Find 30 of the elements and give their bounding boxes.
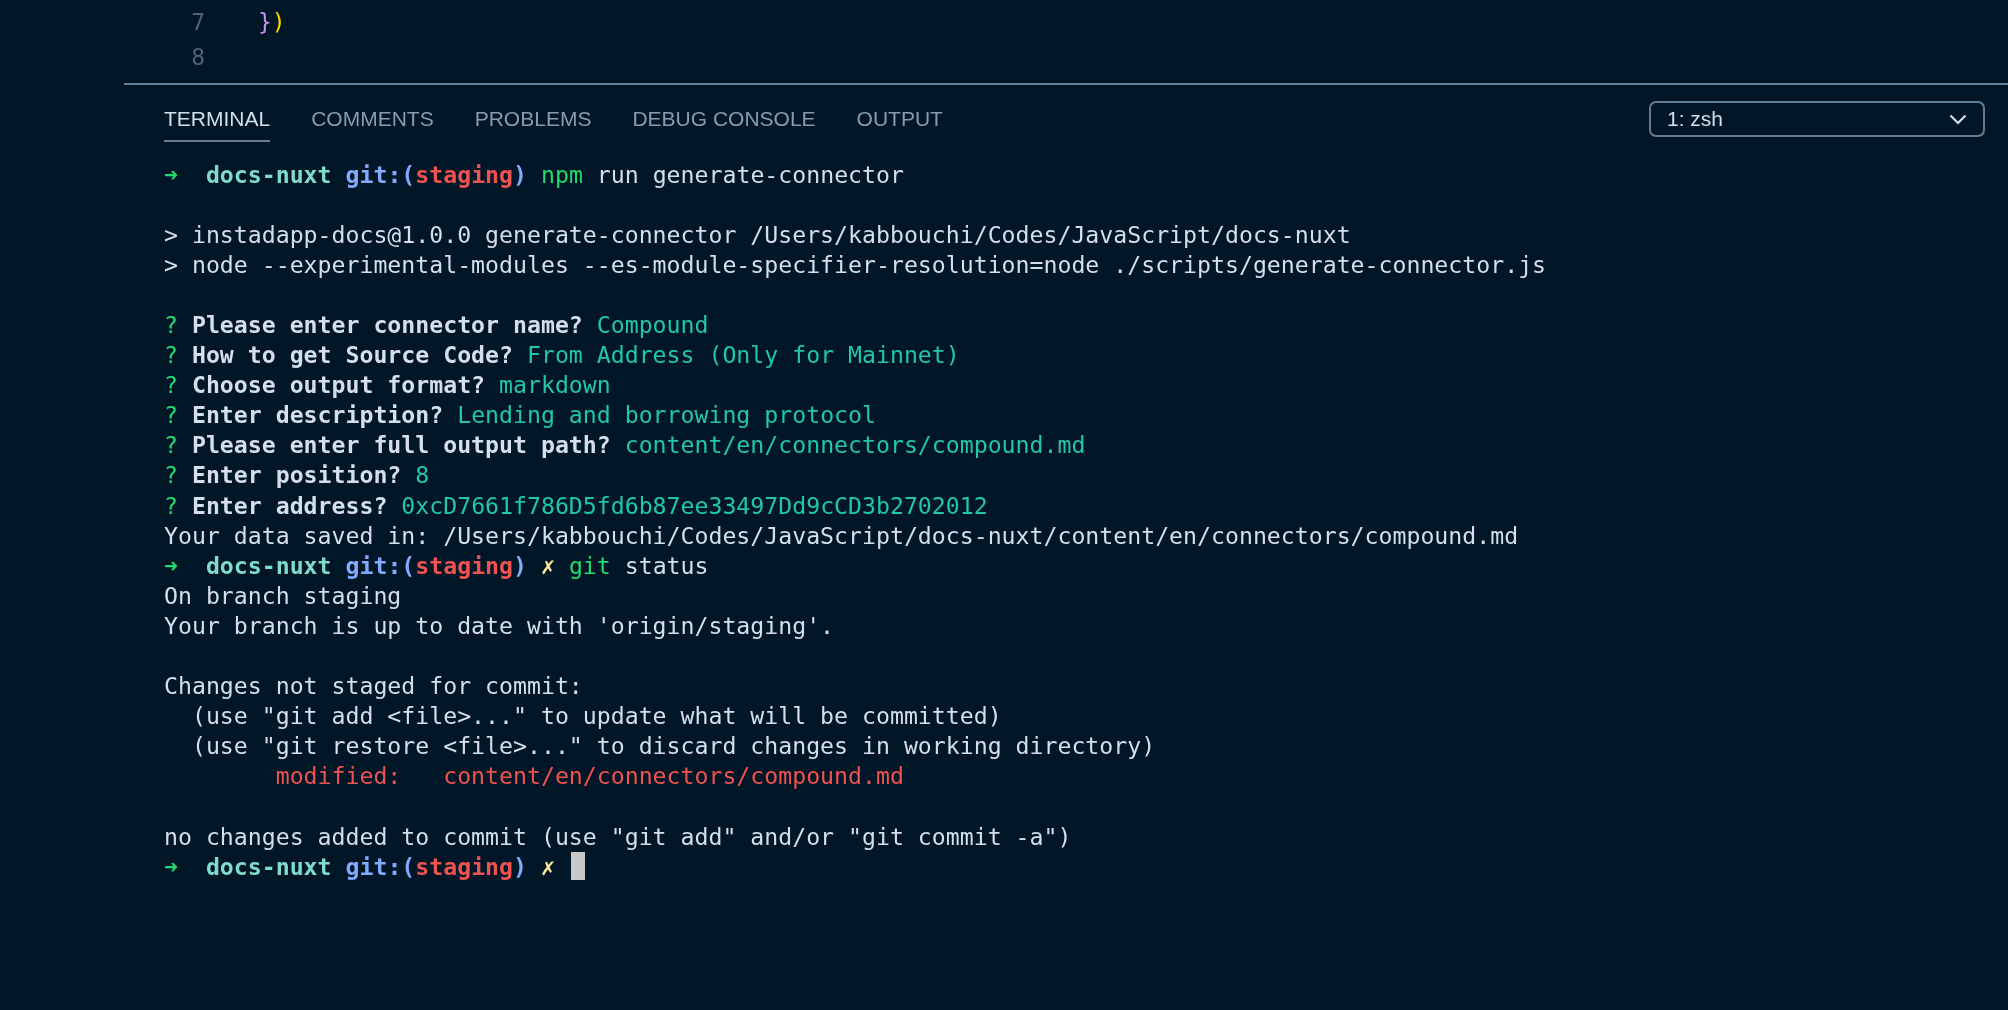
- panel-tab[interactable]: PROBLEMS: [474, 107, 592, 142]
- terminal-line: ? How to get Source Code? From Address (Only for Mainnet): [164, 341, 960, 369]
- terminal-line: Your data saved in: /Users/kabbouchi/Codes/JavaScript/docs-nuxt/content/en/connectors/compound.md: [164, 521, 1519, 549]
- terminal-line: > node --experimental-modules --es-module-specifier-resolution=node ./scripts/generate-connector.js: [164, 250, 1547, 278]
- code-line: }): [258, 8, 286, 35]
- panel-tab[interactable]: TERMINAL: [164, 107, 271, 142]
- terminal-line: ? Please enter full output path? content/en/connectors/compound.md: [164, 431, 1086, 459]
- panel-tab[interactable]: DEBUG CONSOLE: [632, 107, 816, 142]
- terminal-line: ➜ docs-nuxt git:(staging) ✗ git status: [164, 551, 709, 579]
- terminal-line: modified: content/en/connectors/compound.md: [274, 762, 904, 790]
- terminal-line: ? Enter address? 0xcD7661f786D5fd6b87ee33497Dd9cCD3b2702012: [164, 491, 988, 519]
- line-number: 8: [190, 43, 205, 70]
- terminal-line: (use "git add <file>..." to update what will be committed): [190, 702, 1002, 730]
- chevron-down-icon: [1949, 113, 1967, 125]
- terminal-line: ? Please enter connector name? Compound: [164, 311, 709, 338]
- terminal-line: Changes not staged for commit:: [164, 672, 583, 700]
- terminal-line: ? Enter position? 8: [164, 461, 430, 489]
- terminal-line: ? Enter description? Lending and borrowing protocol: [164, 401, 876, 429]
- terminal-line: ? Choose output format? markdown: [164, 371, 611, 399]
- terminal-line: no changes added to commit (use "git add" and/or "git commit -a"): [164, 822, 1072, 850]
- terminal-line: ➜ docs-nuxt git:(staging) ✗: [164, 852, 556, 880]
- panel-tab[interactable]: OUTPUT: [856, 107, 943, 142]
- terminal-line: > instadapp-docs@1.0.0 generate-connector /Users/kabbouchi/Codes/JavaScript/docs-nuxt: [164, 220, 1351, 248]
- terminal-line: Your branch is up to date with 'origin/staging'.: [164, 611, 835, 639]
- terminal-line: ➜ docs-nuxt git:(staging) npm run generate-connector: [164, 160, 904, 188]
- panel-tab[interactable]: COMMENTS: [311, 107, 434, 142]
- terminal-line: (use "git restore <file>..." to discard changes in working directory): [190, 732, 1156, 760]
- terminal-dropdown[interactable]: 1: zsh: [1649, 101, 1985, 137]
- line-number: 7: [190, 8, 205, 35]
- terminal-line: On branch staging: [164, 581, 402, 609]
